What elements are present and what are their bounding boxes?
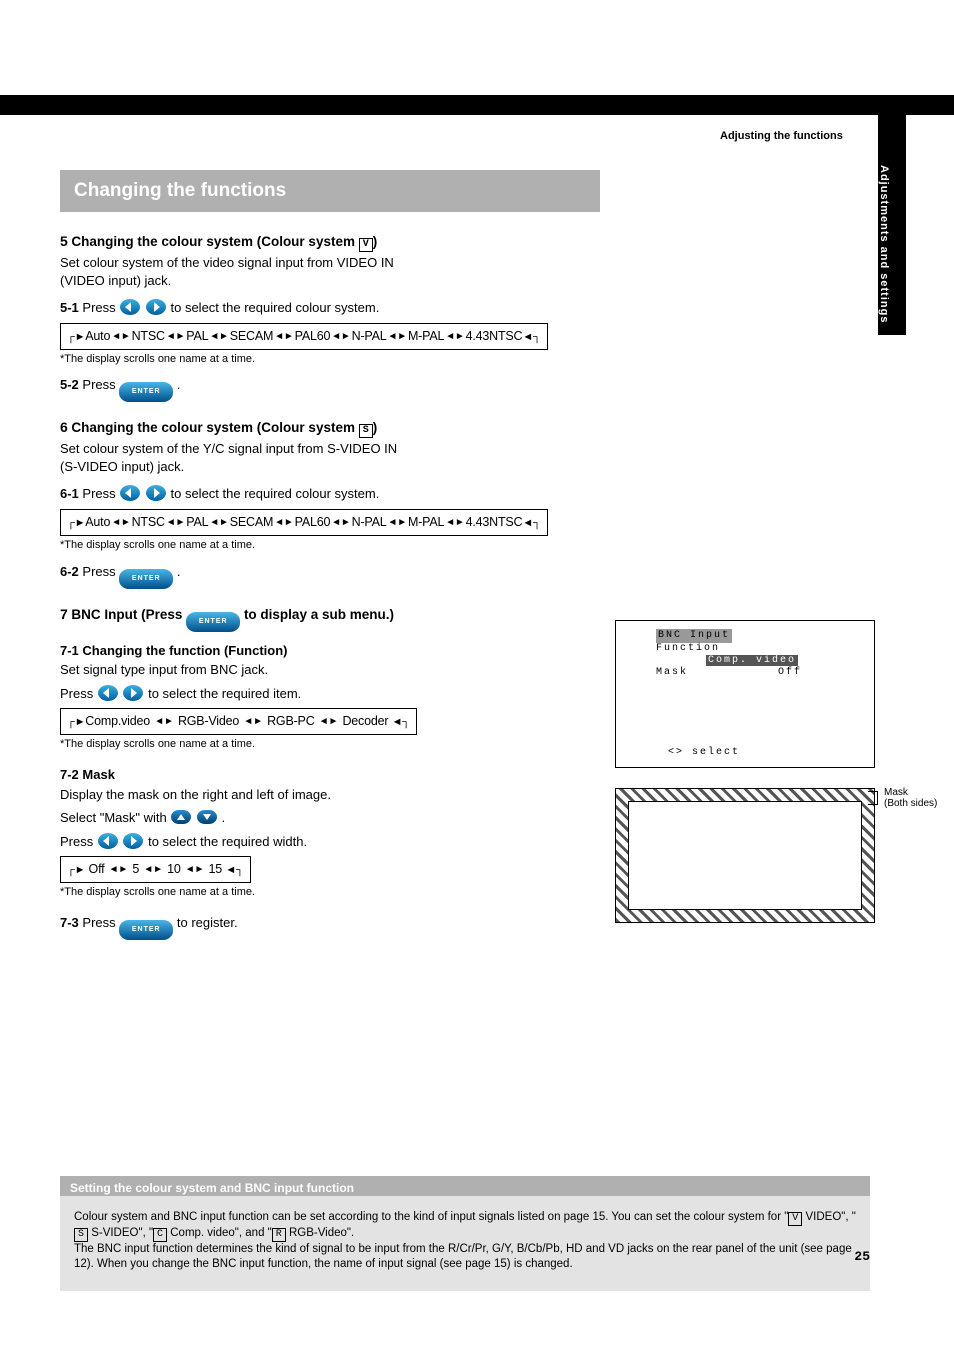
up-arrow-icon[interactable]	[171, 810, 191, 824]
flow-options: ┌►Comp.video ◄► RGB-Video ◄► RGB-PC ◄► D…	[60, 708, 417, 735]
scroll-note: *The display scrolls one name at a time.	[60, 538, 600, 553]
step-6: 6 Changing the colour system (Colour sys…	[60, 418, 600, 588]
step-title: Changing the colour system (Colour syste…	[71, 420, 377, 435]
v-badge-icon: V	[359, 238, 373, 252]
mask-diagram: Mask(Both sides)	[615, 788, 875, 923]
substep-number: 6-2	[60, 564, 79, 579]
press-enter-text: Press ENTER to register.	[82, 915, 237, 930]
s-badge-icon: S	[74, 1228, 88, 1242]
footer-title: Setting the colour system and BNC input …	[70, 1180, 354, 1196]
enter-button-icon[interactable]: ENTER	[119, 569, 173, 589]
enter-button-icon[interactable]: ENTER	[119, 920, 173, 940]
press-lr-text: Press to select the required item.	[60, 685, 600, 703]
substep-title: Changing the function (Function)	[82, 643, 287, 658]
mask-bracket	[868, 791, 878, 805]
right-arrow-icon[interactable]	[123, 685, 143, 701]
step-number: 6	[60, 419, 68, 435]
step-number: 5	[60, 233, 68, 249]
left-arrow-icon[interactable]	[120, 299, 140, 315]
substep-number: 6-1	[60, 486, 79, 501]
osd-footer: <> select	[668, 747, 740, 759]
osd-title: BNC Input	[656, 629, 732, 643]
substep-number: 7-3	[60, 915, 79, 930]
step-number: 7	[60, 606, 68, 622]
substep-number: 5-1	[60, 300, 79, 315]
corner-title: Adjusting the functions	[720, 130, 843, 142]
press-ud-text: Select "Mask" with .	[60, 809, 600, 827]
osd-mockup: BNC Input Function Comp. video MaskOff <…	[615, 620, 875, 768]
s-badge-icon: S	[359, 424, 373, 438]
step-body: Set colour system of the Y/C signal inpu…	[60, 440, 600, 475]
step-title: BNC Input (Press ENTER to display a sub …	[71, 607, 394, 622]
side-tab: Adjustments and settings	[878, 95, 906, 335]
right-column: BNC Input Function Comp. video MaskOff <…	[615, 170, 875, 923]
step-body: Set colour system of the video signal in…	[60, 254, 600, 289]
enter-button-icon[interactable]: ENTER	[119, 382, 173, 402]
down-arrow-icon[interactable]	[197, 810, 217, 824]
right-arrow-icon[interactable]	[123, 833, 143, 849]
press-lr-text: Press to select the required width.	[60, 833, 600, 851]
osd-value: Comp. video	[656, 655, 834, 667]
press-enter-text: Press ENTER .	[82, 377, 180, 392]
flow-options: ┌► Off ◄► 5 ◄► 10 ◄► 15 ◄┐	[60, 856, 251, 883]
top-black-bar	[0, 95, 954, 115]
side-tab-text: Adjustments and settings	[878, 95, 890, 323]
substep-number: 7-2	[60, 767, 79, 782]
right-arrow-icon[interactable]	[146, 299, 166, 315]
press-lr-text: Press to select the required colour syst…	[82, 300, 379, 315]
osd-row: MaskOff	[656, 667, 834, 679]
press-enter-text: Press ENTER .	[82, 564, 180, 579]
right-arrow-icon[interactable]	[146, 485, 166, 501]
left-arrow-icon[interactable]	[98, 685, 118, 701]
step-7: 7 BNC Input (Press ENTER to display a su…	[60, 605, 600, 940]
c-badge-icon: C	[153, 1228, 167, 1242]
main-content: Changing the functions 5 Changing the co…	[60, 170, 600, 956]
substep-title: Mask	[82, 767, 115, 782]
scroll-note: *The display scrolls one name at a time.	[60, 885, 600, 900]
press-lr-text: Press to select the required colour syst…	[82, 486, 379, 501]
scroll-note: *The display scrolls one name at a time.	[60, 737, 600, 752]
enter-button-icon[interactable]: ENTER	[186, 612, 240, 632]
step-5: 5 Changing the colour system (Colour sys…	[60, 232, 600, 402]
page-number: 25	[854, 1248, 870, 1266]
step-body: Set signal type input from BNC jack.	[60, 661, 600, 679]
substep-number: 5-2	[60, 377, 79, 392]
v-badge-icon: V	[788, 1212, 802, 1226]
flow-options: ┌►Auto◄►NTSC◄►PAL◄►SECAM◄►PAL60◄►N-PAL◄►…	[60, 509, 548, 536]
substep-number: 7-1	[60, 643, 79, 658]
left-arrow-icon[interactable]	[98, 833, 118, 849]
step-body: Display the mask on the right and left o…	[60, 786, 600, 804]
flow-options: ┌►Auto◄►NTSC◄►PAL◄►SECAM◄►PAL60◄►N-PAL◄►…	[60, 323, 548, 350]
left-arrow-icon[interactable]	[120, 485, 140, 501]
step-title: Changing the colour system (Colour syste…	[71, 234, 377, 249]
footer-text: Colour system and BNC input function can…	[74, 1210, 856, 1273]
r-badge-icon: R	[272, 1228, 286, 1242]
section-header: Changing the functions	[60, 170, 600, 212]
osd-row: Function	[656, 643, 834, 655]
mask-label: Mask(Both sides)	[884, 787, 954, 809]
footer-note-box: Setting the colour system and BNC input …	[60, 1176, 870, 1291]
scroll-note: *The display scrolls one name at a time.	[60, 352, 600, 367]
